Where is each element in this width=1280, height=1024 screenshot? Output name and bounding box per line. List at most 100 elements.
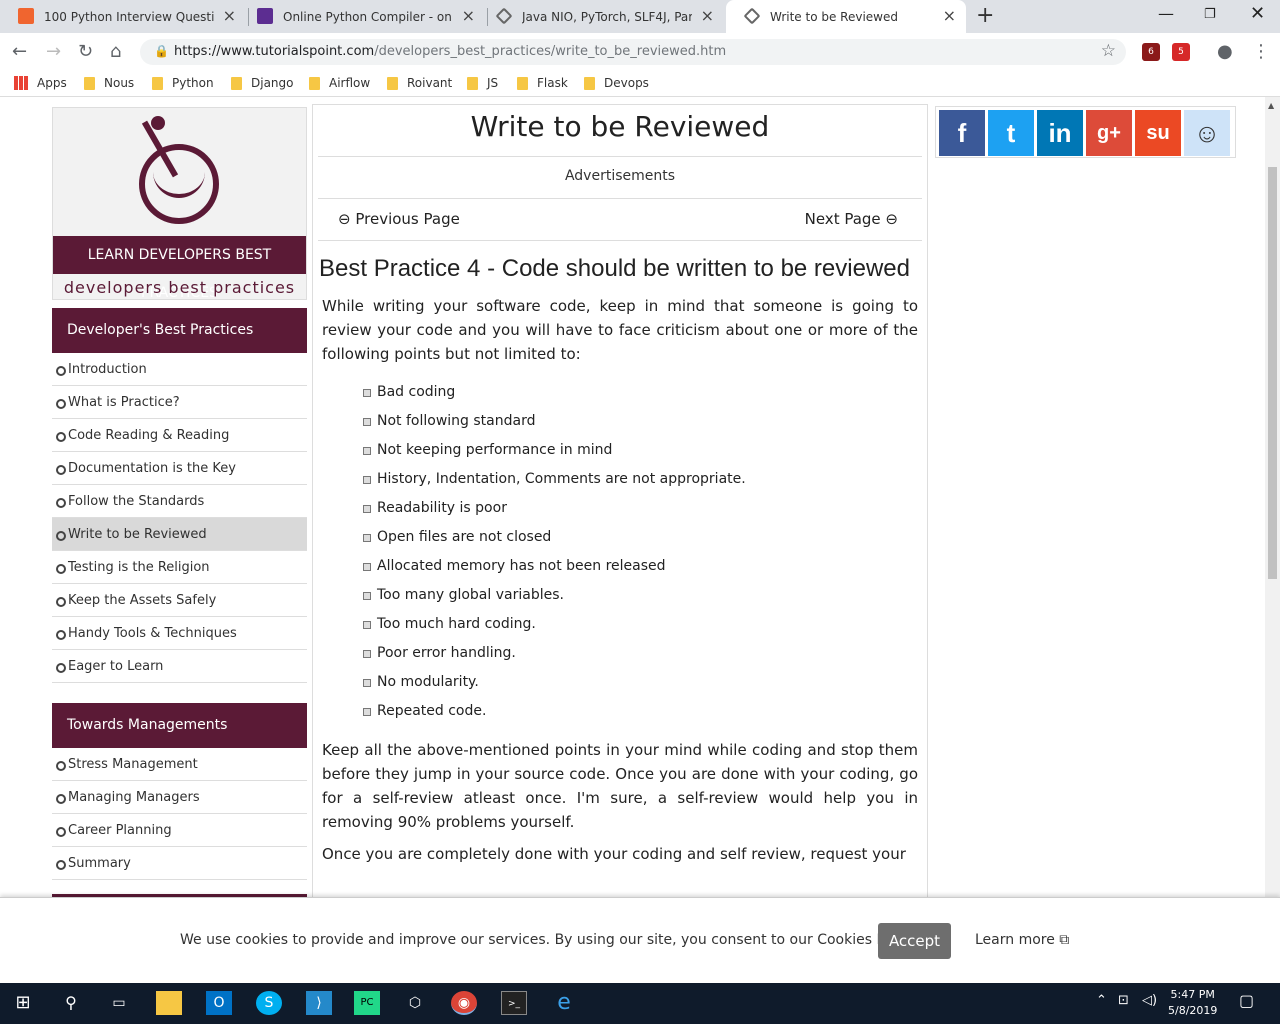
nav-list-best-practices: Introduction What is Practice? Code Read… [52,353,307,683]
vertical-scrollbar[interactable]: ▲ ▼ [1265,97,1280,983]
list-item: Too many global variables. [363,581,927,610]
list-item: Too much hard coding. [363,610,927,639]
nav-item-managing-managers[interactable]: Managing Managers [52,781,307,814]
nav-item-testing[interactable]: Testing is the Religion [52,551,307,584]
skype-icon[interactable]: S [256,991,282,1015]
nav-item-summary[interactable]: Summary [52,847,307,880]
folder-icon [584,76,595,90]
cookie-message: We use cookies to provide and improve ou… [180,932,920,948]
new-tab-plus-icon[interactable]: + [976,3,994,28]
external-link-icon: ⧉ [1054,932,1070,948]
chrome-icon[interactable]: ◉ [451,991,477,1015]
notifications-icon[interactable]: ▢ [1239,991,1254,1010]
taskbar-clock[interactable]: 5:47 PM 5/8/2019 [1168,987,1217,1019]
reddit-icon[interactable]: ☺ [1184,110,1230,156]
facebook-icon[interactable]: f [939,110,985,156]
nav-item-stress-management[interactable]: Stress Management [52,748,307,781]
edge-icon[interactable]: e [551,991,577,1015]
bookmark-folder-airflow[interactable]: Airflow [309,76,370,90]
nav-item-career-planning[interactable]: Career Planning [52,814,307,847]
tray-chevron-icon[interactable]: ⌃ [1096,993,1107,1008]
back-arrow-icon[interactable]: ← [12,41,27,62]
bookmark-label: JS [487,76,499,90]
address-bar[interactable]: 🔒 https://www.tutorialspoint.com/develop… [140,39,1126,65]
extension-shield-icon[interactable]: 6 [1142,43,1160,61]
forward-arrow-icon[interactable]: → [46,41,61,62]
nav-item-keep-assets[interactable]: Keep the Assets Safely [52,584,307,617]
nav-item-introduction[interactable]: Introduction [52,353,307,386]
twitter-icon[interactable]: t [988,110,1034,156]
previous-page-link[interactable]: ⊖ Previous Page [338,210,460,228]
site-logo[interactable]: LEARN DEVELOPERS BEST PRACTICES develope… [52,107,307,301]
bookmark-folder-django[interactable]: Django [231,76,294,90]
pycharm-icon[interactable]: PC [354,991,380,1015]
scrollbar-thumb[interactable] [1268,167,1277,579]
outlook-icon[interactable]: O [206,991,232,1015]
accept-cookies-button[interactable]: Accept [878,923,951,959]
bookmark-folder-nous[interactable]: Nous [84,76,134,90]
menu-dots-icon[interactable]: ⋮ [1252,41,1270,62]
bookmark-folder-roivant[interactable]: Roivant [387,76,452,90]
bookmark-apps[interactable]: Apps [14,76,67,90]
folder-icon [152,76,163,90]
bookmark-label: Nous [104,76,135,90]
file-explorer-icon[interactable] [156,991,182,1015]
network-icon[interactable]: ⊡ [1118,993,1129,1008]
list-item: No modularity. [363,668,927,697]
volume-icon[interactable]: ◁) [1142,993,1157,1008]
bookmark-folder-js[interactable]: JS [467,76,498,90]
close-tab-icon[interactable]: × [462,6,475,25]
url-text[interactable]: https://www.tutorialspoint.com/developer… [174,44,726,59]
close-tab-icon[interactable]: × [701,6,714,25]
browser-tab-active[interactable]: Write to be Reviewed × [726,0,966,33]
stumbleupon-icon[interactable]: su [1135,110,1181,156]
bookmark-folder-devops[interactable]: Devops [584,76,649,90]
previous-page-label: Previous Page [355,210,460,228]
list-item: Not following standard [363,407,927,436]
nav-item-handy-tools[interactable]: Handy Tools & Techniques [52,617,307,650]
main-content: Write to be Reviewed Advertisements ⊖ Pr… [312,104,928,983]
search-icon[interactable]: ⚲ [58,991,84,1015]
nav-item-what-is-practice[interactable]: What is Practice? [52,386,307,419]
linkedin-icon[interactable]: in [1037,110,1083,156]
bookmark-folder-python[interactable]: Python [152,76,214,90]
bookmark-star-icon[interactable]: ☆ [1101,41,1116,61]
scroll-up-arrow-icon[interactable]: ▲ [1268,101,1274,110]
close-tab-icon[interactable]: × [943,6,956,25]
virtualbox-icon[interactable]: ⬡ [402,991,428,1015]
logo-banner: LEARN DEVELOPERS BEST PRACTICES [53,236,306,301]
browser-tab-2[interactable]: Online Python Compiler - online × [239,0,485,33]
googleplus-icon[interactable]: g+ [1086,110,1132,156]
intro-paragraph: While writing your software code, keep i… [322,297,918,363]
reload-icon[interactable]: ↻ [78,41,93,62]
nav-item-code-reading[interactable]: Code Reading & Reading [52,419,307,452]
close-tab-icon[interactable]: × [223,6,236,25]
next-page-link[interactable]: Next Page ⊖ [805,210,898,228]
windows-start-icon[interactable]: ⊞ [10,991,36,1015]
clock-date: 5/8/2019 [1168,1004,1218,1017]
tab-favicon-icon [743,7,761,25]
browser-tab-3[interactable]: Java NIO, PyTorch, SLF4J, Parallax × [478,0,724,33]
maximize-icon[interactable]: ❐ [1204,7,1216,22]
nav-item-follow-standards[interactable]: Follow the Standards [52,485,307,518]
logo-subtitle: developers best practices [63,278,296,297]
task-view-icon[interactable]: ▭ [106,991,132,1015]
minimize-icon[interactable]: — [1158,4,1174,23]
account-avatar-icon[interactable]: ● [1217,41,1233,62]
url-host: https://www.tutorialspoint.com [174,44,375,59]
close-window-icon[interactable]: ✕ [1250,3,1265,24]
nav-item-documentation[interactable]: Documentation is the Key [52,452,307,485]
vscode-icon[interactable]: ⟩ [306,991,332,1015]
browser-tab-1[interactable]: 100 Python Interview Questions a × [0,0,246,33]
home-icon[interactable]: ⌂ [110,41,121,62]
bookmarks-bar: Apps Nous Python Django Airflow Roivant … [0,71,1280,97]
terminal-icon[interactable]: >_ [501,991,527,1015]
folder-icon [517,76,528,90]
bookmark-folder-flask[interactable]: Flask [517,76,568,90]
extension-power-icon[interactable]: 5 [1172,43,1190,61]
nav-item-write-to-be-reviewed[interactable]: Write to be Reviewed [52,518,307,551]
bookmark-label: Roivant [407,76,453,90]
nav-item-eager-to-learn[interactable]: Eager to Learn [52,650,307,683]
tab-favicon-icon [18,8,34,24]
learn-more-link[interactable]: Learn more ⧉ [975,932,1069,948]
